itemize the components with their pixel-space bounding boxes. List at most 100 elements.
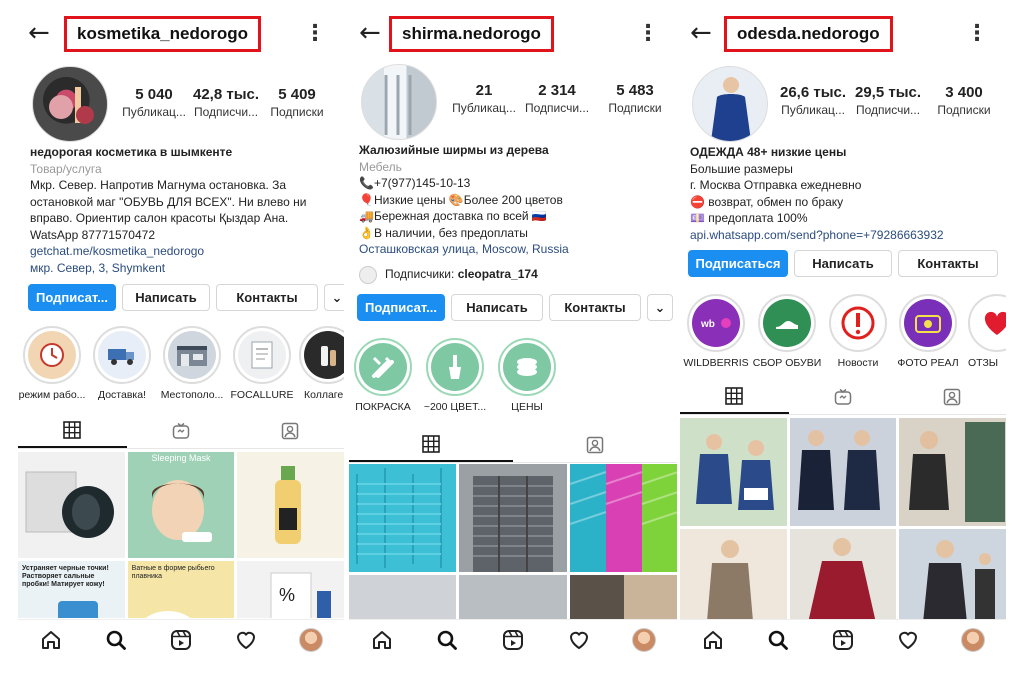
home-icon[interactable] [368, 626, 396, 654]
message-button[interactable]: Написать [794, 250, 892, 277]
profile-avatar[interactable] [630, 626, 658, 654]
post-thumbnail[interactable] [349, 464, 457, 572]
post-thumbnail[interactable] [459, 464, 567, 572]
stat-followers[interactable]: 42,8 тыс. Подписчи... [190, 86, 262, 120]
highlight-collagen[interactable]: Коллаге... [299, 326, 344, 402]
posts-grid [349, 464, 677, 620]
profile-avatar[interactable] [297, 626, 325, 654]
heart-icon[interactable] [565, 626, 593, 654]
stat-followers[interactable]: 2 314 Подписчи... [519, 82, 595, 116]
stat-following[interactable]: 5 409 Подписки [262, 86, 332, 120]
more-options-icon[interactable]: ⋮ [304, 20, 326, 46]
reels-icon[interactable] [167, 626, 195, 654]
post-thumbnail[interactable] [459, 575, 567, 620]
highlight-painting[interactable]: ПОКРАСКА [353, 338, 413, 414]
reels-icon[interactable] [499, 626, 527, 654]
stat-posts[interactable]: 26,6 тыс. Публикац... [776, 84, 850, 118]
post-thumbnail[interactable] [899, 529, 1006, 622]
stat-following[interactable]: 3 400 Подписки [926, 84, 1002, 118]
more-options-icon[interactable]: ⋮ [966, 20, 988, 46]
more-button[interactable]: ⌄ [647, 294, 673, 321]
post-thumbnail[interactable] [680, 529, 787, 622]
stat-posts[interactable]: 21 Публикац... [449, 82, 519, 116]
post-thumbnail[interactable] [237, 452, 344, 558]
search-icon[interactable] [764, 626, 792, 654]
post-thumbnail[interactable] [789, 418, 897, 526]
profile-avatar[interactable] [692, 66, 768, 142]
highlight-photo[interactable]: ФОТО РЕАЛ [897, 294, 959, 370]
profile-stats: 21 Публикац... 2 314 Подписчи... 5 483 Подп… [449, 82, 675, 116]
cosmetics-icon [304, 331, 344, 379]
message-button[interactable]: Написать [451, 294, 543, 321]
reels-icon[interactable] [829, 626, 857, 654]
post-thumbnail[interactable]: Ватные в форме рыбьего плавника [127, 561, 235, 618]
heart-icon[interactable] [894, 626, 922, 654]
tab-igtv[interactable] [789, 380, 898, 414]
bio-link[interactable]: getchat.me/kosmetika_nedorogo [30, 243, 306, 260]
post-thumbnail[interactable] [569, 575, 677, 620]
home-icon[interactable] [37, 626, 65, 654]
stat-followers[interactable]: 29,5 тыс. Подписчи... [850, 84, 926, 118]
bio-line: 📞+7(977)145-10-13 [359, 176, 471, 190]
post-thumbnail[interactable] [899, 418, 1006, 526]
tab-igtv[interactable] [127, 414, 236, 448]
search-icon[interactable] [102, 626, 130, 654]
highlight-reviews[interactable]: ОТЗЫ [968, 294, 1006, 370]
back-arrow-icon[interactable]: ← [359, 20, 381, 46]
back-arrow-icon[interactable]: ← [28, 20, 50, 46]
bottom-nav [18, 619, 344, 659]
profile-avatar[interactable] [361, 64, 437, 140]
home-icon[interactable] [699, 626, 727, 654]
tab-grid[interactable] [18, 414, 127, 448]
profile-avatar[interactable] [32, 66, 108, 142]
highlight-delivery[interactable]: Доставка! [90, 326, 154, 402]
address-link[interactable]: мкр. Север, 3, Shymkent [30, 260, 306, 277]
stat-posts[interactable]: 5 040 Публикац... [118, 86, 190, 120]
highlight-prices[interactable]: ЦЕНЫ [497, 338, 557, 414]
post-thumbnail[interactable] [680, 418, 787, 526]
post-thumbnail[interactable] [789, 529, 897, 622]
contacts-button[interactable]: Контакты [216, 284, 318, 311]
highlight-schedule[interactable]: режим рабо... [19, 326, 85, 402]
highlight-location[interactable]: Местополо... [160, 326, 224, 402]
profile-avatar[interactable] [959, 626, 987, 654]
highlight-colors[interactable]: ~200 ЦВЕТ... [424, 338, 486, 414]
heart-icon[interactable] [232, 626, 260, 654]
stat-following[interactable]: 5 483 Подписки [595, 82, 675, 116]
more-options-icon[interactable]: ⋮ [637, 20, 659, 46]
location-link[interactable]: Осташковская улица, Moscow, Russia [359, 241, 569, 258]
shoes-icon [763, 299, 811, 347]
highlight-wildberries[interactable]: wb WILDBERRIS [683, 294, 749, 370]
tab-tagged[interactable] [235, 414, 344, 448]
profile-tabs [680, 380, 1006, 415]
search-icon[interactable] [433, 626, 461, 654]
follow-button[interactable]: Подписат... [28, 284, 116, 311]
highlight-focallure[interactable]: FOCALLURE [230, 326, 294, 402]
post-thumbnail[interactable]: Sleeping Mask [127, 452, 235, 558]
highlight-news[interactable]: Новости [828, 294, 888, 370]
more-button[interactable]: ⌄ [324, 284, 344, 311]
bio-line: 🎈Низкие цены 🎨Более 200 цветов [359, 192, 563, 207]
follow-button[interactable]: Подписат... [357, 294, 445, 321]
grid-icon [63, 421, 82, 439]
contacts-button[interactable]: Контакты [898, 250, 998, 277]
whatsapp-link[interactable]: api.whatsapp.com/send?phone=+79286663932 [690, 227, 944, 244]
tab-grid[interactable] [680, 380, 789, 414]
post-thumbnail[interactable]: Устраняет черные точки! Растворяет сальн… [18, 561, 125, 618]
highlights-row: режим рабо... Доставка! Местополо... FOC… [19, 326, 344, 402]
back-arrow-icon[interactable]: ← [690, 20, 712, 46]
highlight-shoes[interactable]: СБОР ОБУВИ [753, 294, 821, 370]
post-thumbnail[interactable] [349, 575, 457, 620]
followed-by[interactable]: Подписчики: cleopatra_174 [359, 265, 569, 284]
post-thumbnail[interactable] [569, 464, 677, 572]
tab-tagged[interactable] [897, 380, 1006, 414]
tab-tagged[interactable] [513, 428, 677, 462]
message-button[interactable]: Написать [122, 284, 210, 311]
tab-grid[interactable] [349, 428, 513, 462]
post-thumbnail[interactable]: % [237, 561, 344, 618]
contacts-button[interactable]: Контакты [549, 294, 641, 321]
posts-grid: Sleeping Mask Устраняет черные точки! Ра… [18, 452, 344, 618]
follow-button[interactable]: Подписаться [688, 250, 788, 277]
follower-avatar [359, 265, 377, 284]
post-thumbnail[interactable] [18, 452, 125, 558]
